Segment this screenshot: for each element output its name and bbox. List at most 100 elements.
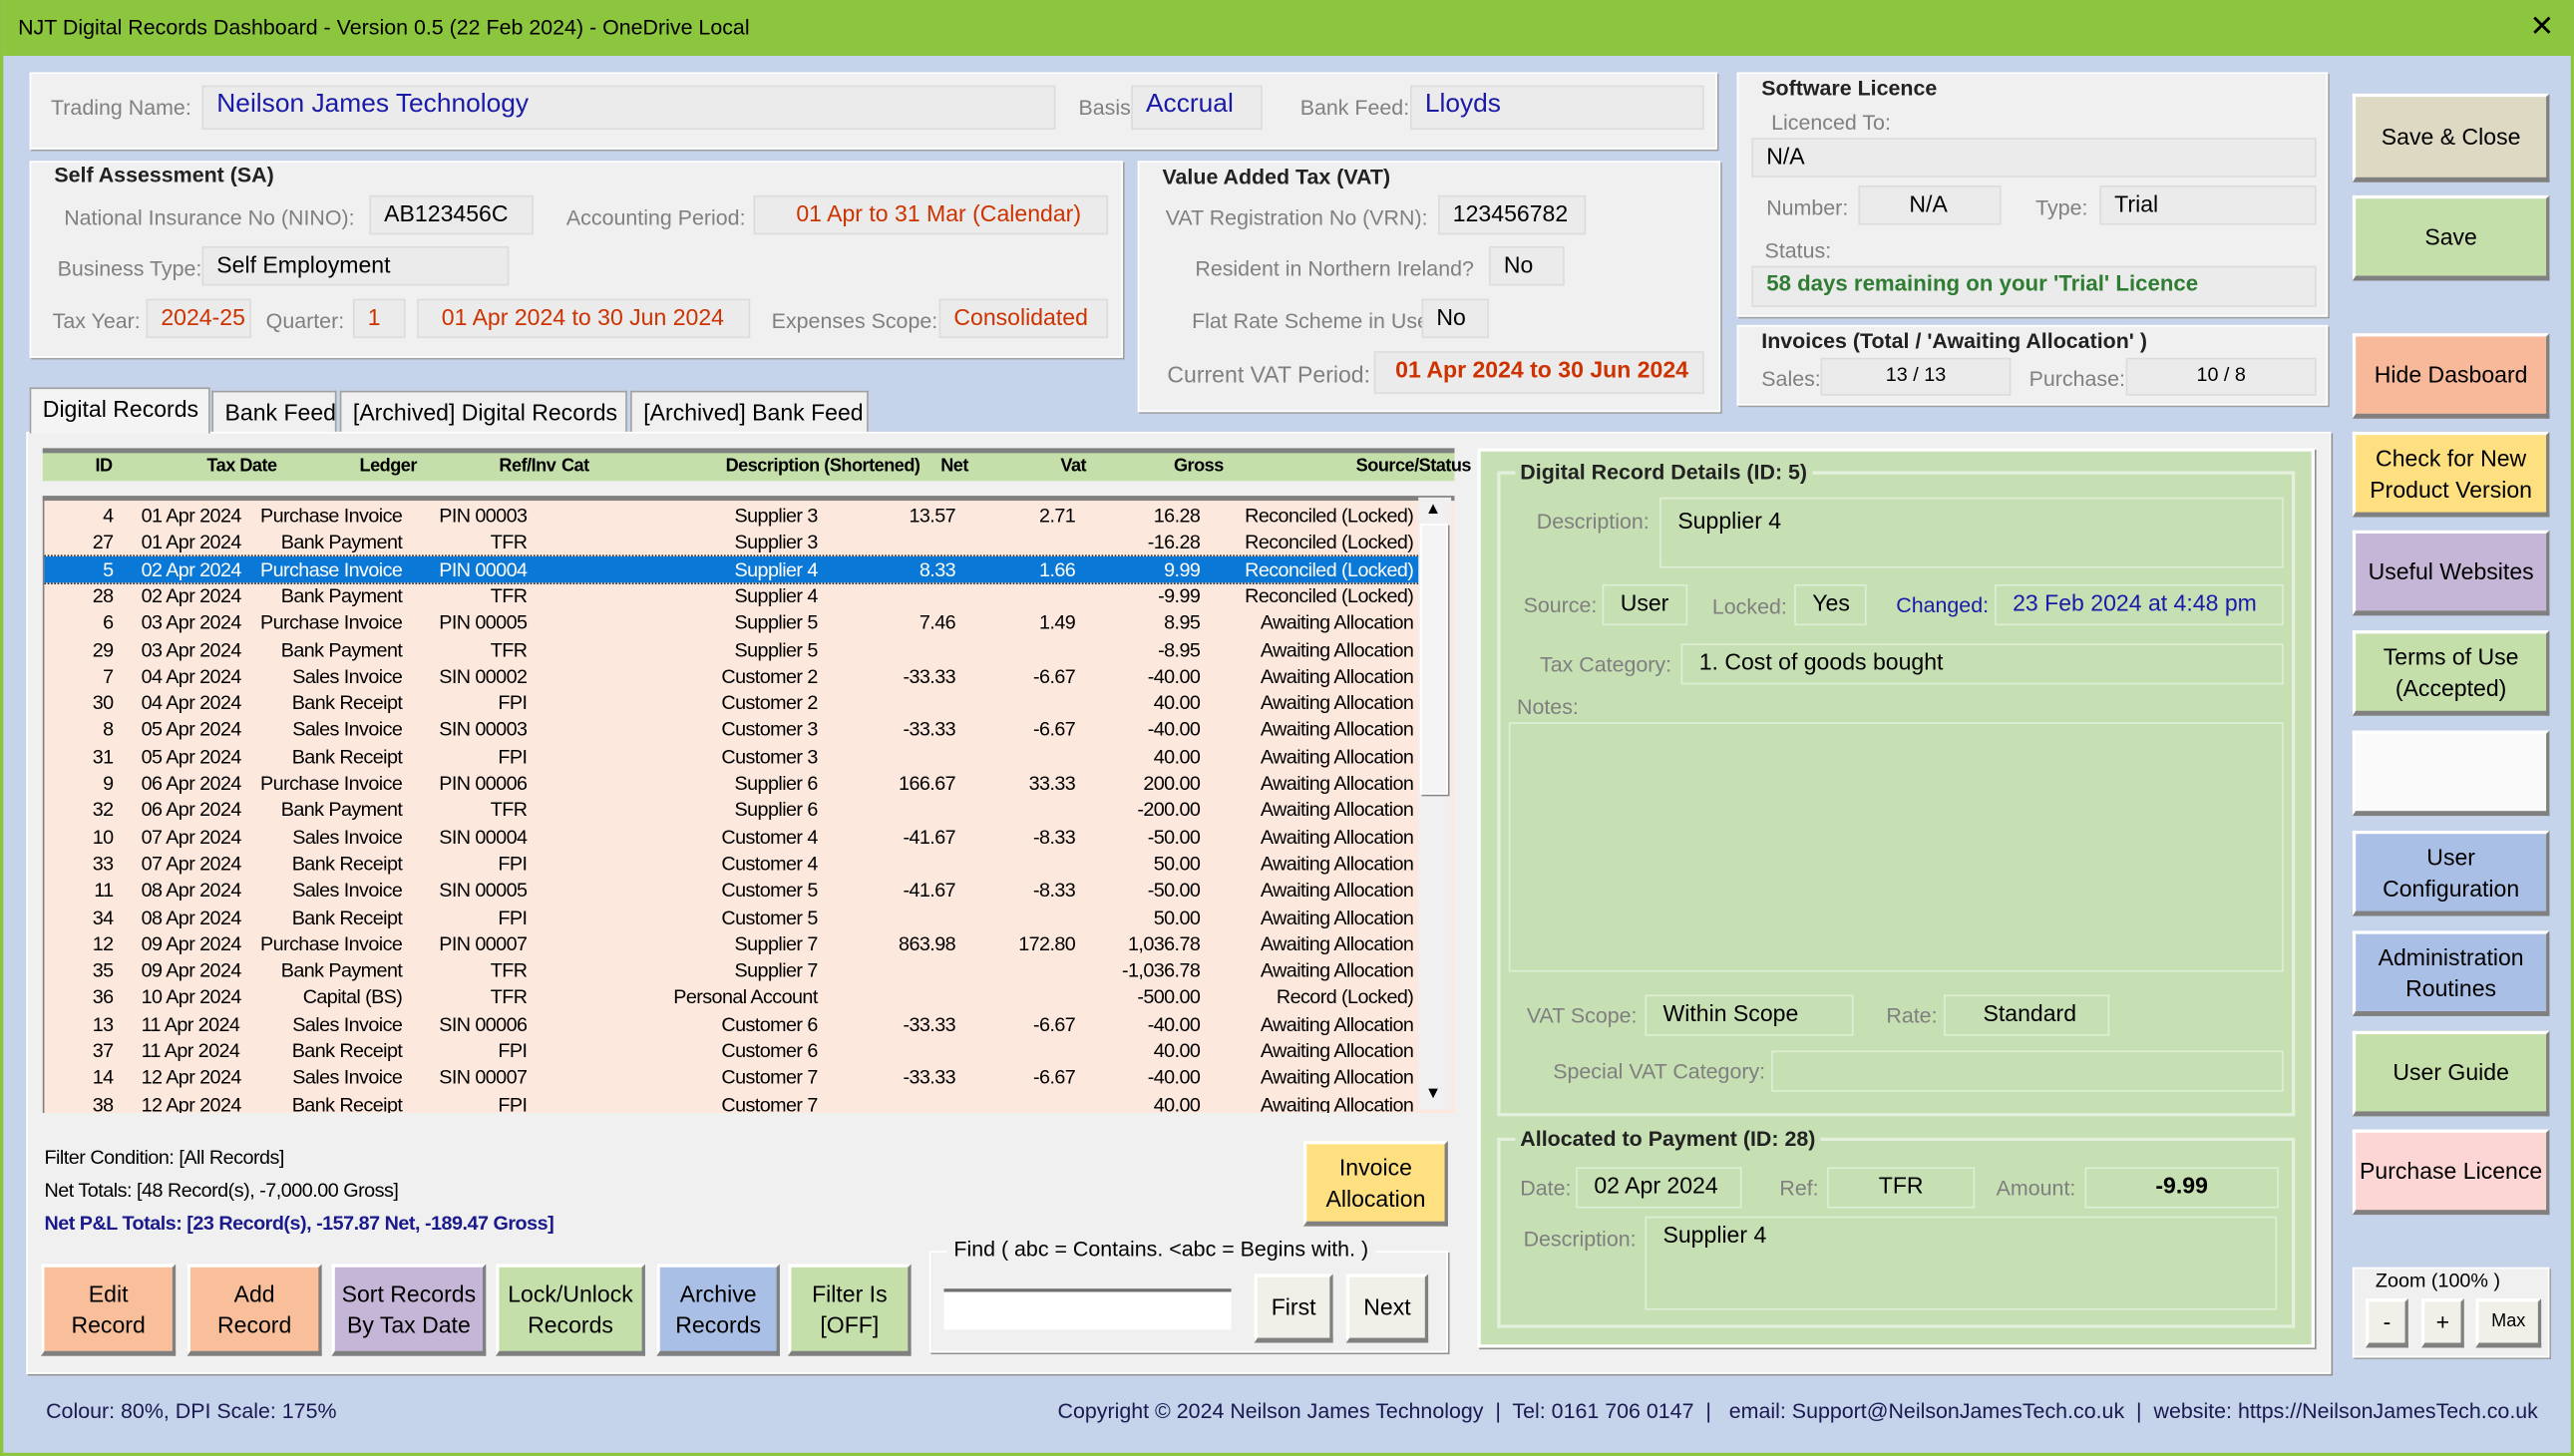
vertical-scrollbar[interactable]: ▲ ▼ xyxy=(1418,497,1452,1110)
tab-archived-bank-feed[interactable]: [Archived] Bank Feed xyxy=(630,390,869,434)
table-row[interactable]: 13 11 Apr 2024 Sales Invoice SIN 00006 Custo… xyxy=(44,1010,1419,1037)
vrn-field[interactable]: 123456782 xyxy=(1437,194,1587,235)
vat-period-field[interactable]: 01 Apr 2024 to 30 Jun 2024 xyxy=(1373,351,1704,395)
locked-field[interactable]: Yes xyxy=(1794,584,1867,626)
hide-dashboard-button[interactable]: Hide Dasboard xyxy=(2352,333,2550,419)
column-header-9[interactable]: Source/Status xyxy=(1356,457,1472,477)
close-icon[interactable]: ✕ xyxy=(2529,10,2554,45)
licence-type-label: Type: xyxy=(2035,194,2088,220)
vat-scope-field[interactable]: Within Scope xyxy=(1645,994,1854,1036)
archive-records-button[interactable]: Archive Records xyxy=(656,1264,780,1356)
table-row[interactable]: 7 04 Apr 2024 Sales Invoice SIN 00002 Custom… xyxy=(44,663,1419,690)
table-row[interactable]: 6 03 Apr 2024 Purchase Invoice PIN 00005 Sup… xyxy=(44,609,1419,636)
save-button[interactable]: Save xyxy=(2352,194,2550,281)
tab-archived-digital-records[interactable]: [Archived] Digital Records xyxy=(339,390,627,434)
tab-digital-records[interactable]: Digital Records xyxy=(29,387,210,434)
table-row[interactable]: 31 05 Apr 2024 Bank Receipt FPI Customer 3 40… xyxy=(44,743,1419,770)
column-header-5[interactable]: Description (Shortened) xyxy=(726,457,920,477)
cell-tax-date: 12 Apr 2024 xyxy=(141,1065,242,1089)
table-row[interactable]: 38 12 Apr 2024 Bank Receipt FPI Customer 7 40… xyxy=(44,1091,1419,1113)
tax-year-field[interactable]: 2024-25 xyxy=(146,298,251,339)
sort-records-button[interactable]: Sort Records By Tax Date xyxy=(331,1264,487,1356)
cell-ref: FPI xyxy=(498,852,528,876)
table-row[interactable]: 34 08 Apr 2024 Bank Receipt FPI Customer 5 50… xyxy=(44,904,1419,930)
edit-record-button[interactable]: Edit Record xyxy=(41,1264,177,1356)
table-row[interactable]: 12 09 Apr 2024 Purchase Invoice PIN 00007 Su… xyxy=(44,930,1419,957)
expenses-scope-field[interactable]: Consolidated xyxy=(938,298,1109,339)
column-header-4[interactable]: Cat xyxy=(561,457,589,477)
table-row[interactable]: 8 05 Apr 2024 Sales Invoice SIN 00003 Custom… xyxy=(44,716,1419,743)
lock-unlock-button[interactable]: Lock/Unlock Records xyxy=(496,1264,645,1356)
filter-toggle-button[interactable]: Filter Is [OFF] xyxy=(788,1264,912,1356)
special-vat-field[interactable] xyxy=(1771,1050,2284,1092)
nino-field[interactable]: AB123456C xyxy=(369,194,534,235)
column-header-3[interactable]: Ref/Inv xyxy=(499,457,555,477)
terms-of-use-button[interactable]: Terms of Use (Accepted) xyxy=(2352,630,2550,716)
column-header-7[interactable]: Vat xyxy=(1060,457,1086,477)
bank-feed-field[interactable]: Lloyds xyxy=(1409,85,1704,131)
table-row[interactable]: 10 07 Apr 2024 Sales Invoice SIN 00004 Custo… xyxy=(44,824,1419,851)
flat-rate-field[interactable]: No xyxy=(1421,298,1490,339)
column-header-2[interactable]: Ledger xyxy=(359,457,417,477)
save-close-button[interactable]: Save & Close xyxy=(2352,93,2550,182)
column-header-6[interactable]: Net xyxy=(940,457,968,477)
table-row[interactable]: 35 09 Apr 2024 Bank Payment TFR Supplier 7 -1… xyxy=(44,957,1419,984)
find-input[interactable] xyxy=(943,1288,1232,1330)
cell-ledger: Bank Payment xyxy=(280,583,403,607)
table-row[interactable]: 9 06 Apr 2024 Purchase Invoice PIN 00006 Sup… xyxy=(44,770,1419,797)
find-first-button[interactable]: First xyxy=(1254,1274,1333,1343)
tab-bank-feed[interactable]: Bank Feed xyxy=(211,390,337,434)
zoom-max-button[interactable]: Max xyxy=(2475,1298,2542,1348)
table-row[interactable]: 37 11 Apr 2024 Bank Receipt FPI Customer 6 40… xyxy=(44,1037,1419,1064)
zoom-in-button[interactable]: + xyxy=(2420,1298,2464,1348)
administration-routines-button[interactable]: Administration Routines xyxy=(2352,930,2550,1016)
scroll-thumb[interactable] xyxy=(1419,524,1448,795)
column-header-0[interactable]: ID xyxy=(95,457,113,477)
quarter-range-field[interactable]: 01 Apr 2024 to 30 Jun 2024 xyxy=(417,298,751,339)
check-new-version-button[interactable]: Check for New Product Version xyxy=(2352,431,2550,518)
accounting-period-field[interactable]: 01 Apr to 31 Mar (Calendar) xyxy=(753,194,1109,235)
source-field[interactable]: User xyxy=(1602,584,1688,626)
table-row[interactable]: 33 07 Apr 2024 Bank Receipt FPI Customer 4 50… xyxy=(44,850,1419,877)
tax-category-field[interactable]: 1. Cost of goods bought xyxy=(1680,643,2284,685)
licence-type-field: Trial xyxy=(2099,185,2317,225)
useful-websites-button[interactable]: Useful Websites xyxy=(2352,530,2550,616)
description-field[interactable]: Supplier 4 xyxy=(1659,497,2284,568)
table-row[interactable]: 30 04 Apr 2024 Bank Receipt FPI Customer 2 40… xyxy=(44,690,1419,717)
cell-tax-date: 08 Apr 2024 xyxy=(141,905,242,928)
purchase-licence-button[interactable]: Purchase Licence xyxy=(2352,1129,2550,1216)
table-row[interactable]: 27 01 Apr 2024 Bank Payment TFR Supplier 3 -1… xyxy=(44,530,1419,556)
table-row[interactable]: 29 03 Apr 2024 Bank Payment TFR Supplier 5 -8… xyxy=(44,636,1419,663)
records-list[interactable]: 4 01 Apr 2024 Purchase Invoice PIN 00003 Sup… xyxy=(42,496,1455,1114)
table-row[interactable]: 14 12 Apr 2024 Sales Invoice SIN 00007 Custo… xyxy=(44,1064,1419,1091)
user-guide-button[interactable]: User Guide xyxy=(2352,1030,2550,1117)
cell-id: 36 xyxy=(92,985,114,1009)
invoice-allocation-button[interactable]: Invoice Allocation xyxy=(1303,1141,1448,1227)
table-row[interactable]: 11 08 Apr 2024 Sales Invoice SIN 00005 Custo… xyxy=(44,877,1419,904)
table-row[interactable]: 28 02 Apr 2024 Bank Payment TFR Supplier 4 -9… xyxy=(44,582,1419,609)
northern-ireland-field[interactable]: No xyxy=(1489,245,1565,286)
scroll-up-icon[interactable]: ▲ xyxy=(1425,501,1441,519)
cell-ledger: Sales Invoice xyxy=(292,1012,403,1036)
business-type-field[interactable]: Self Employment xyxy=(201,245,510,286)
scroll-down-icon[interactable]: ▼ xyxy=(1425,1085,1441,1103)
user-configuration-button[interactable]: User Configuration xyxy=(2352,830,2550,916)
basis-field[interactable]: Accrual xyxy=(1131,85,1263,131)
rate-field[interactable]: Standard xyxy=(1943,994,2110,1036)
column-header-8[interactable]: Gross xyxy=(1174,457,1224,477)
cell-gross: -500.00 xyxy=(1137,985,1201,1009)
table-row[interactable]: 4 01 Apr 2024 Purchase Invoice PIN 00003 Sup… xyxy=(44,503,1419,530)
trading-name-field[interactable]: Neilson James Technology xyxy=(201,85,1056,131)
cell-ref: SIN 00002 xyxy=(439,664,528,688)
zoom-out-button[interactable]: - xyxy=(2366,1298,2408,1348)
table-row[interactable]: 32 06 Apr 2024 Bank Payment TFR Supplier 6 -2… xyxy=(44,797,1419,824)
find-next-button[interactable]: Next xyxy=(1345,1274,1429,1343)
column-header-1[interactable]: Tax Date xyxy=(206,457,277,477)
add-record-button[interactable]: Add Record xyxy=(186,1264,322,1356)
cell-id: 8 xyxy=(103,717,114,742)
blank-button[interactable] xyxy=(2352,730,2550,817)
notes-field[interactable] xyxy=(1508,722,2284,972)
quarter-field[interactable]: 1 xyxy=(352,298,406,339)
table-row[interactable]: 36 10 Apr 2024 Capital (BS) TFR Personal Acc… xyxy=(44,984,1419,1011)
table-row[interactable]: 5 02 Apr 2024 Purchase Invoice PIN 00004 Sup… xyxy=(44,553,1422,584)
